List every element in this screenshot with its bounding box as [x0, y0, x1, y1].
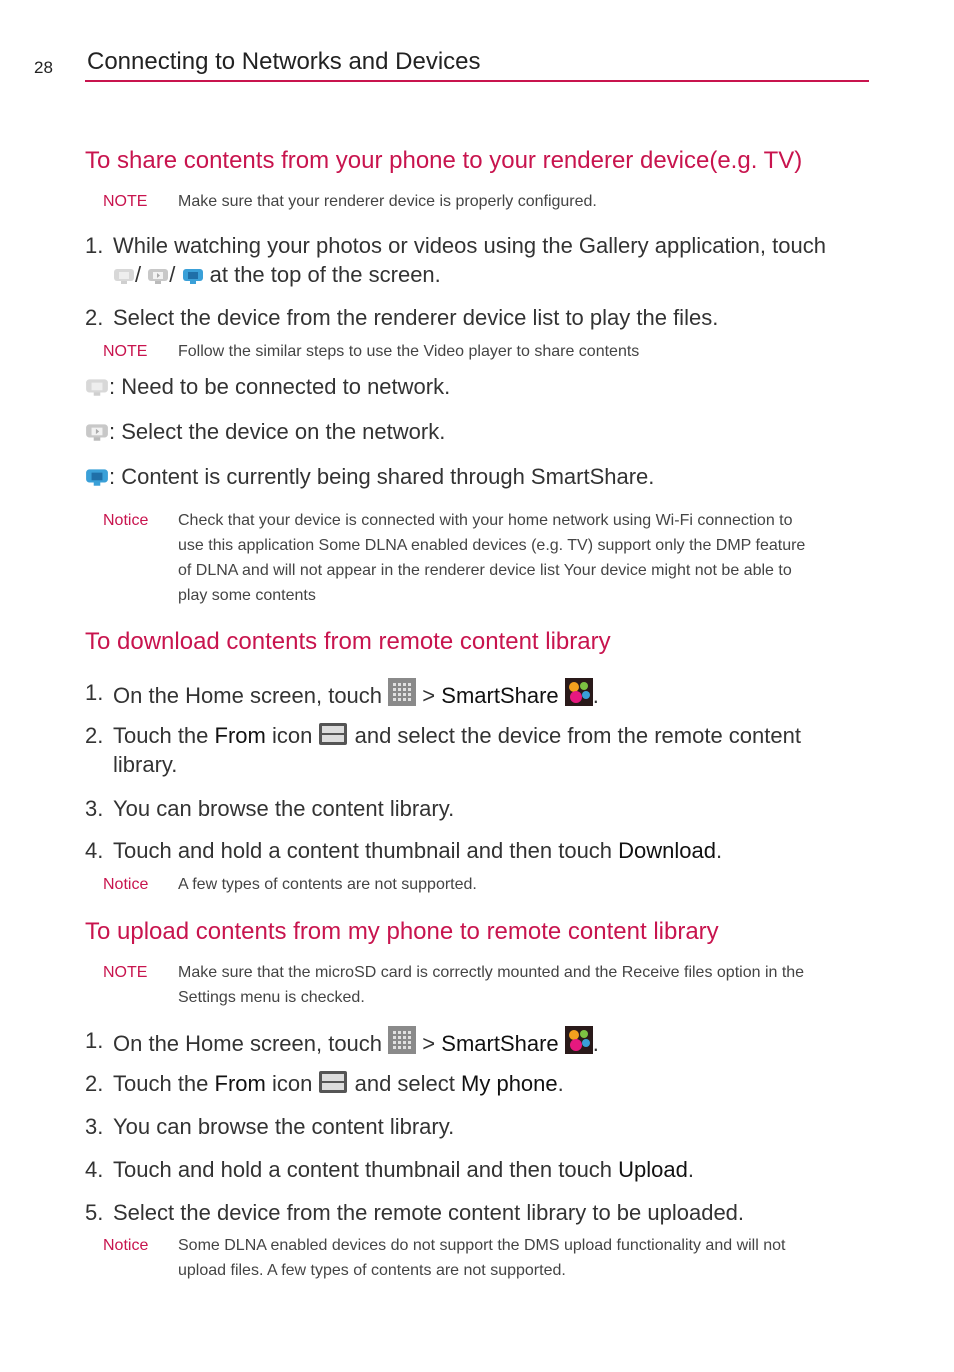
smartshare-app-icon: [564, 678, 593, 706]
step-text: Select the device from the renderer devi…: [113, 305, 719, 330]
note-text: Follow the similar steps to use the Vide…: [178, 343, 640, 360]
notice-label: Notice: [103, 512, 149, 529]
share-select-icon: [86, 424, 108, 441]
from-icon: [319, 723, 348, 745]
chapter-title: Connecting to Networks and Devices: [87, 48, 481, 75]
share-active-icon: [182, 269, 203, 284]
share-select-icon: [148, 269, 169, 284]
step-number: 2.: [85, 305, 104, 330]
apps-grid-icon: [388, 678, 417, 706]
share-active-icon: [86, 469, 108, 486]
note-text: Make sure that your renderer device is p…: [178, 193, 597, 210]
section-heading-share: To share contents from your phone to you…: [85, 147, 803, 174]
legend-item-active: : Content is currently being shared thro…: [85, 464, 654, 490]
step-number: 1.: [85, 233, 104, 258]
note-label: NOTE: [103, 343, 148, 360]
share-disconnected-icon: [114, 269, 134, 284]
from-icon: [319, 1071, 348, 1093]
app-name-smartshare: SmartShare: [441, 683, 559, 708]
chapter-rule: [85, 80, 869, 82]
legend-item-select: : Select the device on the network.: [85, 419, 445, 445]
step-text-cont: at the top of the screen.: [209, 262, 441, 287]
step-text: While watching your photos or videos usi…: [113, 233, 826, 258]
section-heading-upload: To upload contents from my phone to remo…: [85, 918, 719, 945]
apps-grid-icon: [388, 1026, 417, 1054]
legend-item-disconnected: : Need to be connected to network.: [85, 374, 450, 400]
note-label: NOTE: [103, 193, 148, 210]
share-disconnected-icon: [86, 379, 108, 396]
section-heading-download: To download contents from remote content…: [85, 628, 611, 655]
smartshare-app-icon: [564, 1026, 593, 1054]
page-number: 28: [34, 58, 53, 77]
